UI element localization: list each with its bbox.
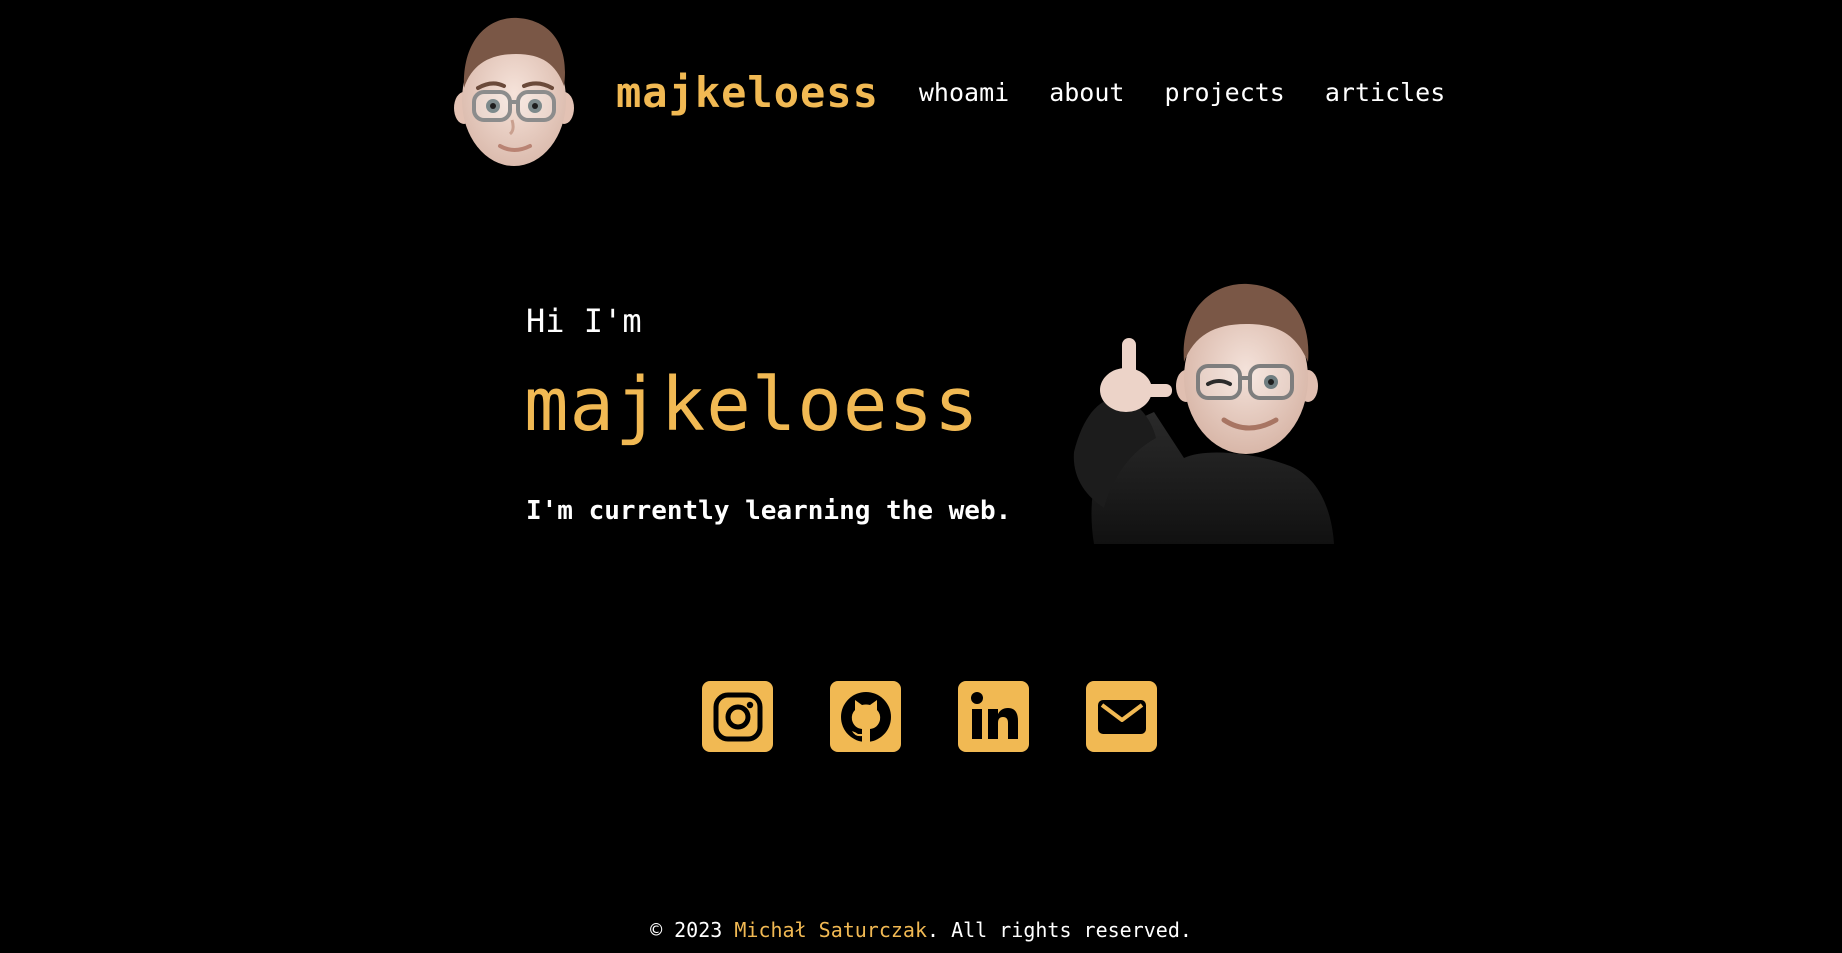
instagram-icon	[713, 692, 762, 741]
nav-item-whoami[interactable]: whoami	[919, 78, 1009, 107]
nav-item-articles[interactable]: articles	[1325, 78, 1445, 107]
nav-item-projects[interactable]: projects	[1164, 78, 1284, 107]
hero-avatar-image	[1073, 283, 1334, 544]
footer-rights: . All rights reserved.	[927, 918, 1192, 942]
hero-tagline: I'm currently learning the web.	[526, 496, 1012, 526]
github-icon	[840, 691, 891, 742]
avatar-logo[interactable]	[452, 16, 576, 168]
hero-name: majkeloess	[524, 362, 980, 448]
instagram-button[interactable]	[702, 681, 773, 752]
linkedin-icon	[970, 691, 1018, 739]
footer-copyright: © 2023	[650, 918, 723, 942]
linkedin-button[interactable]	[958, 681, 1029, 752]
hero-greeting: Hi I'm	[526, 302, 642, 340]
social-links	[702, 681, 1157, 752]
main-nav: whoami about projects articles	[919, 78, 1445, 107]
email-button[interactable]	[1086, 681, 1157, 752]
footer-author: Michał Saturczak	[734, 918, 928, 942]
nav-item-about[interactable]: about	[1049, 78, 1124, 107]
brand-link[interactable]: majkeloess	[616, 68, 879, 117]
mail-icon	[1097, 699, 1146, 734]
site-footer: © 2023 Michał Saturczak. All rights rese…	[0, 918, 1842, 942]
site-header: majkeloess whoami about projects article…	[452, 12, 1445, 172]
github-button[interactable]	[830, 681, 901, 752]
